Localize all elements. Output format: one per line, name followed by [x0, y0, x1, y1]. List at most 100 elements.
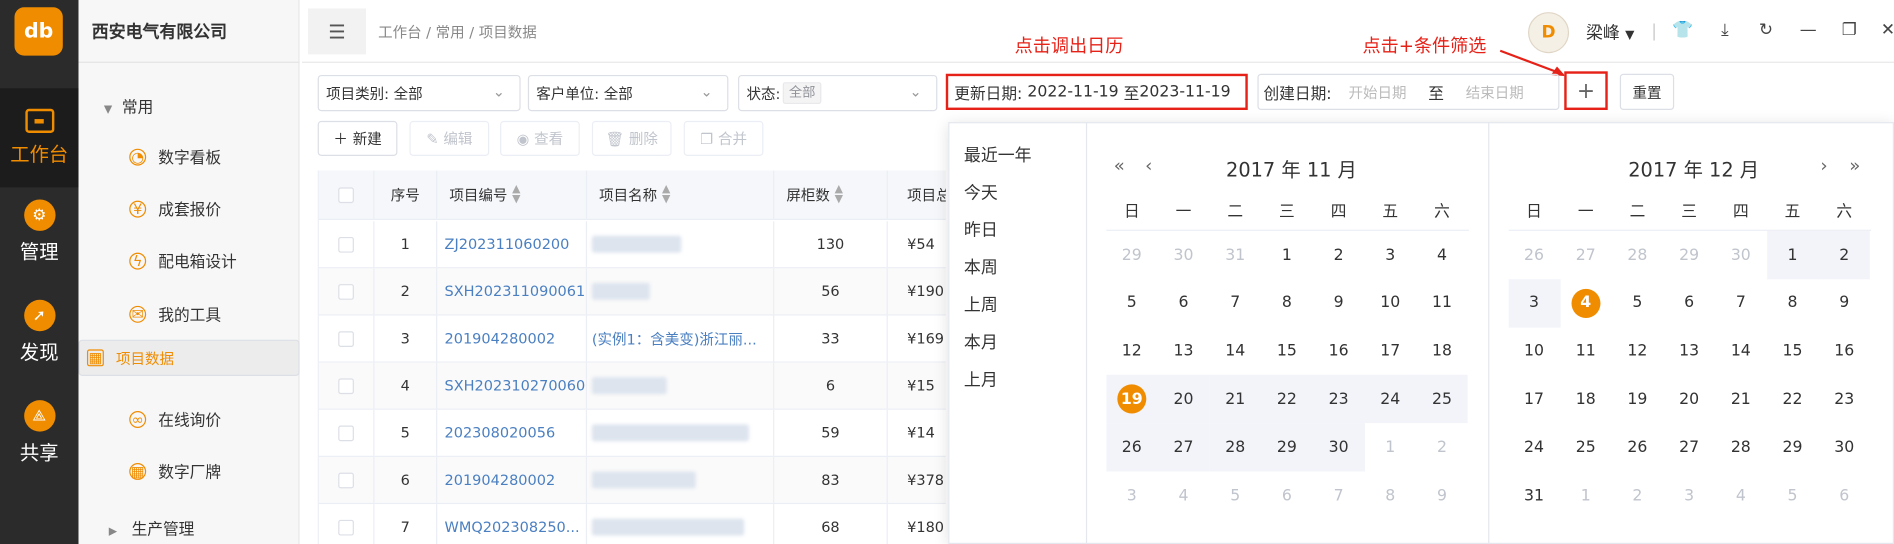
- calendar-day[interactable]: 14: [1715, 327, 1767, 375]
- user-menu[interactable]: 梁峰 ▼: [1586, 21, 1635, 45]
- row-checkbox[interactable]: [319, 504, 375, 544]
- calendar-day[interactable]: 29: [1663, 231, 1715, 279]
- restore-icon[interactable]: ❐: [1837, 18, 1861, 42]
- calendar-day[interactable]: 12: [1611, 327, 1663, 375]
- menu-item-3[interactable]: ϟ 配电箱设计: [79, 235, 300, 287]
- update-start-date[interactable]: 2022-11-19: [1027, 83, 1118, 101]
- calendar-day[interactable]: 16: [1818, 327, 1870, 375]
- project-type-select[interactable]: 项目类别: 全部 ⌄: [317, 74, 521, 112]
- update-date-range[interactable]: 更新日期: 2022-11-19 至 2023-11-19: [945, 73, 1248, 111]
- calendar-day[interactable]: 6: [1663, 279, 1715, 327]
- calendar-day[interactable]: 17: [1364, 327, 1416, 375]
- calendar-day[interactable]: 5: [1611, 279, 1663, 327]
- calendar-day[interactable]: 20: [1157, 375, 1210, 424]
- table-row[interactable]: 2 SXH202311090061 56 ¥190: [318, 268, 946, 316]
- calendar-day[interactable]: 29: [1767, 423, 1819, 471]
- reset-button[interactable]: 重置: [1619, 73, 1675, 111]
- calendar-day[interactable]: 5: [1767, 471, 1819, 519]
- calendar-day[interactable]: 3: [1364, 231, 1416, 279]
- calendar-day[interactable]: 27: [1157, 423, 1210, 472]
- calendar-day[interactable]: 6: [1261, 471, 1313, 519]
- minimize-icon[interactable]: —: [1796, 18, 1820, 42]
- project-code-link[interactable]: 201904280002: [437, 315, 588, 362]
- calendar-day[interactable]: 4: [1416, 231, 1468, 279]
- next-month-icon[interactable]: ›: [1820, 155, 1827, 177]
- menu-item-4[interactable]: ✉ 我的工具: [79, 288, 300, 340]
- header-cabinets[interactable]: 屏柜数 ▲ ▼: [774, 170, 888, 219]
- rail-item-discover[interactable]: ➚ 发现: [0, 289, 79, 376]
- calendar-day[interactable]: 5: [1209, 471, 1261, 519]
- calendar-day[interactable]: 9: [1313, 279, 1365, 327]
- select-all-checkbox[interactable]: [319, 170, 375, 219]
- menu-item-1[interactable]: ◔ 数字看板: [79, 131, 300, 183]
- project-code-link[interactable]: ZJ202311060200: [437, 221, 588, 268]
- calendar-day[interactable]: 25: [1416, 375, 1468, 424]
- project-name[interactable]: [587, 504, 775, 544]
- calendar-day[interactable]: 22: [1260, 375, 1313, 424]
- calendar-day[interactable]: 4: [1158, 471, 1210, 519]
- download-icon[interactable]: ⤓: [1713, 18, 1737, 42]
- edit-button[interactable]: ✎ 编辑: [409, 120, 490, 156]
- view-button[interactable]: ◉ 查看: [500, 120, 580, 156]
- calendar-day[interactable]: 31: [1508, 471, 1560, 519]
- shortcut-item[interactable]: 上月: [964, 368, 998, 392]
- calendar-day[interactable]: 5: [1106, 279, 1158, 327]
- calendar-day[interactable]: 18: [1560, 375, 1612, 423]
- calendar-day[interactable]: 6: [1158, 279, 1210, 327]
- create-end-input[interactable]: 结束日期: [1466, 82, 1524, 103]
- rail-item-manage[interactable]: ⚙ 管理: [0, 189, 79, 276]
- project-name[interactable]: (实例1：含美变)浙江丽...: [587, 315, 775, 362]
- calendar-day[interactable]: 28: [1209, 423, 1262, 472]
- project-name[interactable]: [587, 456, 775, 503]
- calendar-day[interactable]: 14: [1209, 327, 1261, 375]
- calendar-day[interactable]: 16: [1313, 327, 1365, 375]
- shortcut-item[interactable]: 今天: [964, 180, 998, 204]
- calendar-day[interactable]: 26: [1611, 423, 1663, 471]
- menu-item-2[interactable]: ¥ 成套报价: [79, 183, 300, 235]
- menu-group-common[interactable]: ▼ 常用: [104, 94, 153, 117]
- create-date-range[interactable]: 创建日期: 开始日期 至 结束日期: [1257, 73, 1560, 111]
- row-checkbox[interactable]: [319, 362, 375, 409]
- row-checkbox[interactable]: [319, 268, 375, 315]
- calendar-day[interactable]: 24: [1364, 375, 1417, 424]
- calendar-day[interactable]: 27: [1663, 423, 1715, 471]
- status-select[interactable]: 状态: 全部 ⌄: [738, 74, 938, 112]
- delete-button[interactable]: 🗑 删除: [591, 120, 672, 156]
- calendar-day[interactable]: 7: [1715, 279, 1767, 327]
- calendar-day[interactable]: 4: [1560, 279, 1612, 327]
- calendar-day[interactable]: 28: [1715, 423, 1767, 471]
- rail-item-workbench[interactable]: ▬ 工作台: [0, 88, 79, 188]
- shortcut-item[interactable]: 本月: [964, 330, 998, 354]
- calendar-day[interactable]: 29: [1106, 231, 1158, 279]
- close-icon[interactable]: ✕: [1876, 18, 1894, 42]
- calendar-day[interactable]: 27: [1560, 231, 1612, 279]
- calendar-day[interactable]: 11: [1560, 327, 1612, 375]
- row-checkbox[interactable]: [319, 456, 375, 503]
- calendar-day[interactable]: 3: [1663, 471, 1715, 519]
- calendar-day[interactable]: 3: [1508, 279, 1561, 328]
- project-name[interactable]: [587, 362, 775, 409]
- new-button[interactable]: ＋新建: [317, 120, 398, 156]
- prev-year-icon[interactable]: «: [1114, 155, 1125, 177]
- calendar-day[interactable]: 2: [1416, 423, 1468, 471]
- calendar-day[interactable]: 24: [1508, 423, 1560, 471]
- calendar-day[interactable]: 2: [1313, 231, 1365, 279]
- customer-select[interactable]: 客户单位: 全部 ⌄: [527, 74, 729, 112]
- calendar-day[interactable]: 21: [1209, 375, 1262, 424]
- calendar-day[interactable]: 1: [1261, 231, 1313, 279]
- calendar-day[interactable]: 26: [1105, 423, 1158, 472]
- calendar-day[interactable]: 15: [1767, 327, 1819, 375]
- calendar-day[interactable]: 30: [1818, 423, 1870, 471]
- calendar-day[interactable]: 23: [1312, 375, 1365, 424]
- prev-month-icon[interactable]: ‹: [1145, 155, 1152, 177]
- rail-item-share[interactable]: ⟁ 共享: [0, 389, 79, 476]
- calendar-day[interactable]: 2: [1611, 471, 1663, 519]
- shortcut-item[interactable]: 昨日: [964, 218, 998, 242]
- update-end-date[interactable]: 2023-11-19: [1139, 83, 1230, 101]
- calendar-day[interactable]: 31: [1209, 231, 1261, 279]
- shirt-icon[interactable]: 👕: [1671, 18, 1695, 42]
- calendar-day[interactable]: 30: [1715, 231, 1767, 279]
- calendar-day[interactable]: 30: [1158, 231, 1210, 279]
- calendar-day[interactable]: 1: [1364, 423, 1416, 471]
- project-code-link[interactable]: WMQ202308250...: [437, 504, 588, 544]
